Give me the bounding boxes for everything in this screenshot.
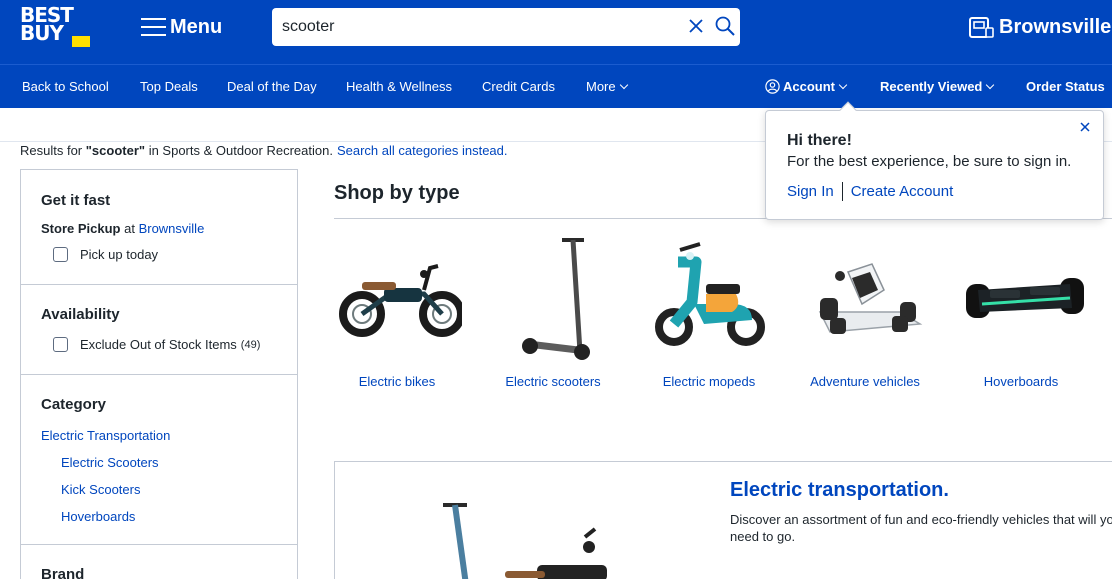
store-pickup-store-link[interactable]: Brownsville (139, 221, 205, 236)
nav-back-to-school[interactable]: Back to School (22, 79, 109, 94)
create-account-link[interactable]: Create Account (851, 183, 954, 200)
category-kick-scooters[interactable]: Kick Scooters (61, 482, 140, 497)
search-input[interactable] (272, 8, 672, 46)
nav-recently-viewed[interactable]: Recently Viewed (880, 79, 995, 94)
tile-label-adventure-vehicles: Adventure vehicles (810, 374, 920, 389)
feature-description: Discover an assortment of fun and eco-fr… (730, 512, 1112, 544)
store-icon (969, 17, 994, 38)
popover-title: Hi there! (787, 132, 852, 149)
nav-more-label: More (586, 79, 616, 94)
filter-get-it-fast: Get it fast Store Pickup at Brownsville … (21, 170, 297, 285)
store-pickup-line: Store Pickup at Brownsville (41, 221, 204, 236)
filter-brand: Brand (21, 545, 297, 579)
feature-scooter-image (443, 503, 607, 579)
filter-title-get-it-fast: Get it fast (41, 192, 111, 209)
electric-moped-image (655, 242, 765, 346)
exclude-oos-label: Exclude Out of Stock Items (80, 337, 237, 352)
filter-category: Category Electric Transportation Electri… (21, 375, 297, 545)
shop-by-type-heading: Shop by type (334, 182, 460, 204)
category-hoverboards[interactable]: Hoverboards (61, 509, 135, 524)
tile-label-hoverboards: Hoverboards (983, 374, 1059, 389)
tile-electric-scooters[interactable]: Electric scooters (483, 232, 623, 389)
tile-label-electric-scooters: Electric scooters (505, 374, 601, 389)
clear-icon[interactable] (686, 16, 706, 36)
nav-credit-cards[interactable]: Credit Cards (482, 79, 555, 94)
tile-electric-bikes[interactable]: Electric bikes (327, 232, 467, 389)
search-all-categories-link[interactable]: Search all categories instead. (337, 143, 508, 158)
store-name: Brownsville (999, 15, 1112, 38)
results-query: "scooter" (85, 143, 146, 158)
filter-availability: Availability Exclude Out of Stock Items(… (21, 285, 297, 375)
feature-title[interactable]: Electric transportation. (730, 479, 949, 502)
logo-tag-icon (72, 36, 90, 47)
nav-order-status-label: Order Status (1026, 79, 1105, 94)
store-pickup-label: Store Pickup (41, 221, 121, 236)
menu-button[interactable]: Menu (141, 14, 222, 40)
nav-recently-viewed-label: Recently Viewed (880, 79, 983, 94)
pick-up-today-label: Pick up today (80, 247, 159, 262)
category-electric-transportation[interactable]: Electric Transportation (41, 428, 170, 443)
nav-order-status[interactable]: Order Status (1026, 79, 1105, 94)
exclude-oos-checkbox[interactable] (53, 337, 68, 352)
results-suffix: in Sports & Outdoor Recreation. (148, 143, 333, 158)
search-box (272, 8, 740, 46)
filter-sidebar: Get it fast Store Pickup at Brownsville … (20, 169, 298, 579)
chevron-down-icon (986, 80, 995, 90)
store-selector[interactable]: Brownsville (968, 13, 1111, 41)
hamburger-icon (141, 18, 166, 36)
filter-title-availability: Availability (41, 306, 120, 323)
feature-card[interactable]: Electric transportation. Discover an ass… (334, 461, 1112, 579)
pick-up-today-option[interactable]: Pick up today (53, 247, 158, 262)
popover-text: For the best experience, be sure to sign… (787, 153, 1072, 170)
electric-bike-image (339, 264, 462, 337)
header-bar: BEST BUY Menu Brownsville (0, 0, 1112, 64)
nav-more[interactable]: More (586, 79, 628, 94)
tile-electric-mopeds[interactable]: Electric mopeds (639, 232, 779, 389)
exclude-oos-option[interactable]: Exclude Out of Stock Items (49) (53, 337, 260, 352)
tile-label-electric-bikes: Electric bikes (358, 374, 436, 389)
close-icon[interactable] (1078, 120, 1092, 134)
results-summary: Results for "scooter" in Sports & Outdoo… (20, 143, 508, 158)
store-pickup-at: at (124, 221, 135, 236)
filter-title-category: Category (41, 396, 107, 413)
link-divider (841, 182, 843, 201)
nav-top-deals[interactable]: Top Deals (140, 79, 198, 94)
nav-bar: Back to School Top Deals Deal of the Day… (0, 64, 1112, 108)
sign-in-popover: Hi there! For the best experience, be su… (765, 101, 1104, 220)
user-icon (765, 79, 780, 94)
menu-label: Menu (170, 15, 223, 38)
tile-label-electric-mopeds: Electric mopeds (662, 374, 756, 389)
filter-title-brand[interactable]: Brand (41, 566, 84, 579)
tile-hoverboards[interactable]: Hoverboards (951, 232, 1091, 389)
pick-up-today-checkbox[interactable] (53, 247, 68, 262)
chevron-down-icon (838, 80, 848, 90)
nav-deal-of-the-day[interactable]: Deal of the Day (227, 79, 317, 94)
hoverboard-image (966, 278, 1084, 318)
electric-scooter-image (522, 238, 590, 360)
category-electric-scooters[interactable]: Electric Scooters (61, 455, 159, 470)
results-prefix: Results for (20, 143, 83, 158)
nav-account[interactable]: Account (765, 79, 848, 94)
tile-adventure-vehicles[interactable]: Adventure vehicles (795, 232, 935, 389)
chevron-down-icon (619, 80, 628, 90)
sign-in-link[interactable]: Sign In (787, 183, 834, 200)
bestbuy-logo[interactable]: BEST BUY (20, 5, 92, 50)
search-icon[interactable] (714, 15, 736, 37)
go-kart-image (818, 263, 923, 334)
popover-links: Sign In Create Account (787, 182, 953, 201)
exclude-oos-count: (49) (240, 338, 261, 351)
nav-health-wellness[interactable]: Health & Wellness (346, 79, 452, 94)
nav-account-label: Account (783, 79, 835, 94)
